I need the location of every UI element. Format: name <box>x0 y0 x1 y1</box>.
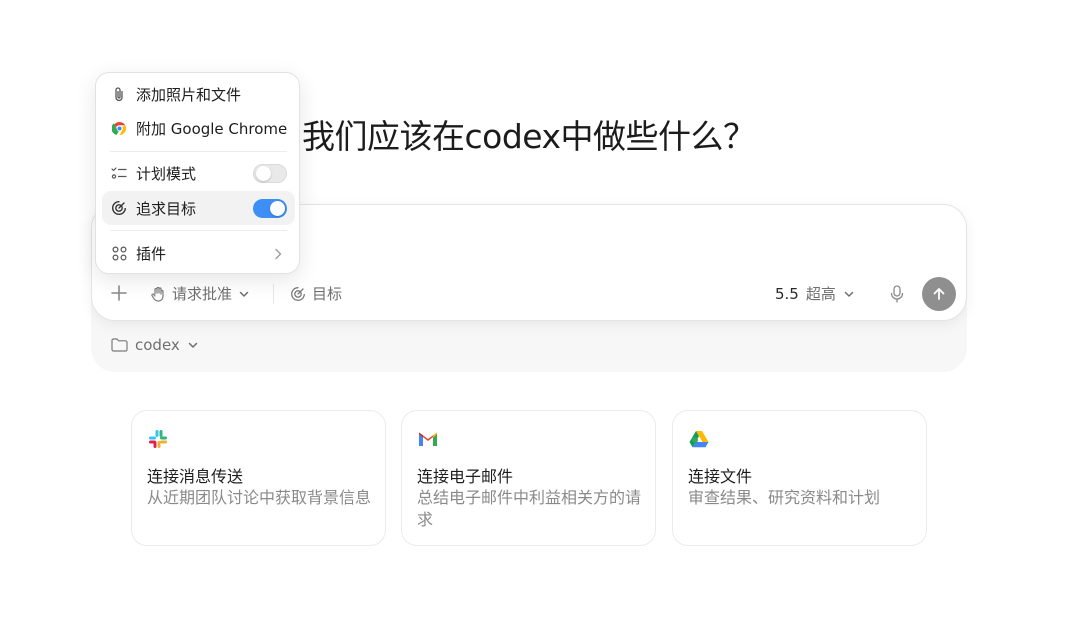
goal-icon <box>291 286 305 301</box>
reasoning-level: 超高 <box>805 285 836 303</box>
approval-mode-dropdown[interactable]: 请求批准 <box>150 283 250 304</box>
model-version: 5.5 <box>775 284 799 303</box>
model-selector[interactable]: 5.5 超高 <box>775 283 855 304</box>
card-description: 从近期团队讨论中获取背景信息 <box>147 488 372 507</box>
menu-item-plan-mode[interactable]: 计划模式 <box>102 156 295 190</box>
chevron-down-icon <box>188 342 198 348</box>
plan-mode-toggle[interactable] <box>253 164 287 183</box>
menu-item-label: 添加照片和文件 <box>136 86 242 104</box>
approval-label: 请求批准 <box>172 285 233 303</box>
hand-icon <box>151 286 164 302</box>
composer-toolbar: 请求批准 目标 5.5 超高 <box>92 277 966 311</box>
project-folder-selector[interactable]: codex <box>111 336 199 354</box>
chevron-down-icon <box>239 291 249 297</box>
menu-item-label: 计划模式 <box>136 165 197 183</box>
menu-item-label: 插件 <box>136 245 167 263</box>
plugins-icon <box>110 244 128 262</box>
microphone-icon <box>890 285 904 303</box>
card-description: 总结电子邮件中利益相关方的请求 <box>417 488 642 529</box>
card-description: 审查结果、研究资料和计划 <box>688 488 881 507</box>
plus-icon <box>111 285 127 301</box>
connect-messaging-card[interactable]: 连接消息传送 从近期团队讨论中获取背景信息 <box>131 410 386 546</box>
checklist-icon <box>110 164 128 182</box>
card-title: 连接消息传送 <box>147 467 244 486</box>
add-attachment-button[interactable] <box>108 282 130 304</box>
goal-button[interactable]: 目标 <box>290 283 342 304</box>
gmail-icon <box>417 428 439 450</box>
menu-item-add-photos-files[interactable]: 添加照片和文件 <box>102 77 295 111</box>
menu-item-attach-chrome[interactable]: 附加 Google Chrome <box>102 111 295 145</box>
connect-files-card[interactable]: 连接文件 审查结果、研究资料和计划 <box>672 410 927 546</box>
paperclip-icon <box>110 85 128 103</box>
slack-icon <box>147 428 169 450</box>
menu-item-pursue-goal[interactable]: 追求目标 <box>102 191 295 225</box>
menu-item-label: 附加 Google Chrome <box>136 120 288 138</box>
chevron-down-icon <box>844 291 854 297</box>
chevron-right-icon <box>273 246 283 265</box>
arrow-up-icon <box>933 288 945 300</box>
toolbar-divider <box>273 284 274 304</box>
card-title: 连接电子邮件 <box>417 467 514 486</box>
microphone-button[interactable] <box>887 283 907 305</box>
toggle-knob <box>256 166 271 181</box>
goal-icon <box>110 199 128 217</box>
attachment-menu: 添加照片和文件 附加 Google Chrome 计划模式 追求目标 插件 <box>95 72 300 274</box>
folder-icon <box>111 338 128 352</box>
menu-item-label: 追求目标 <box>136 200 197 218</box>
goal-label: 目标 <box>312 285 343 303</box>
menu-item-plugins[interactable]: 插件 <box>102 236 295 270</box>
chrome-icon <box>110 119 128 137</box>
menu-divider <box>110 151 287 152</box>
send-button[interactable] <box>922 277 956 311</box>
folder-label: codex <box>135 336 180 354</box>
connect-email-card[interactable]: 连接电子邮件 总结电子邮件中利益相关方的请求 <box>401 410 656 546</box>
toggle-knob <box>270 201 285 216</box>
card-title: 连接文件 <box>688 467 753 486</box>
google-drive-icon <box>688 428 710 450</box>
page-title: 我们应该在codex中做些什么？ <box>302 117 756 156</box>
menu-divider <box>110 230 287 231</box>
pursue-goal-toggle[interactable] <box>253 199 287 218</box>
